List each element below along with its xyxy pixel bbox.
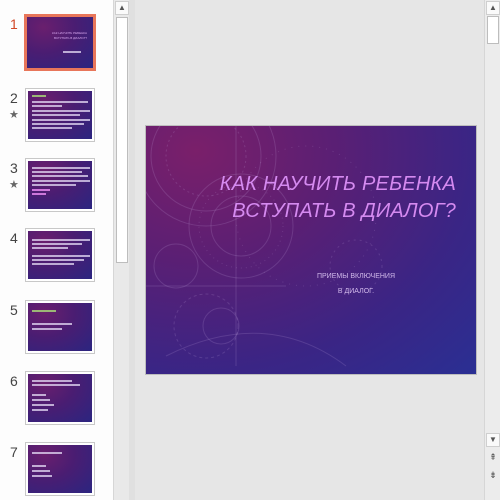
thumbnail-line	[32, 452, 62, 454]
thumbnail-preview	[28, 231, 92, 279]
thumbnail-preview	[28, 303, 92, 351]
thumbnail-text: ВСТУПАТЬ В ДИАЛОГ?	[54, 36, 87, 40]
thumbnail-line	[32, 323, 72, 325]
slide-thumbnail-5[interactable]	[25, 300, 95, 354]
thumbnail-preview	[28, 161, 92, 209]
slide-background-decoration	[146, 126, 383, 367]
thumbnail-line	[32, 310, 56, 312]
thumbnail-row[interactable]: 2 ★	[0, 88, 113, 158]
scroll-down-icon[interactable]: ▼	[486, 433, 500, 447]
scroll-up-icon[interactable]: ▲	[486, 1, 500, 15]
slide-title[interactable]: КАК НАУЧИТЬ РЕБЕНКА ВСТУПАТЬ В ДИАЛОГ?	[206, 171, 456, 225]
thumbnail-line	[32, 394, 46, 396]
slide-number: 7	[10, 444, 18, 460]
next-slide-icon[interactable]: ⇟	[488, 470, 498, 482]
thumbnail-line	[32, 328, 62, 330]
current-slide[interactable]: КАК НАУЧИТЬ РЕБЕНКА ВСТУПАТЬ В ДИАЛОГ? П…	[145, 125, 477, 375]
thumbnail-line	[32, 114, 80, 116]
thumbnail-line	[32, 384, 80, 386]
scrollbar-thumb[interactable]	[116, 17, 128, 263]
thumbnail-line	[32, 399, 50, 401]
previous-slide-icon[interactable]: ⇞	[488, 452, 498, 464]
thumbnail-line	[32, 105, 62, 107]
slide-thumbnail-4[interactable]	[25, 228, 95, 282]
thumbnail-line	[32, 127, 72, 129]
animation-star-icon: ★	[9, 109, 19, 121]
thumbnail-line	[32, 193, 46, 195]
thumbnail-text: КАК НАУЧИТЬ РЕБЕНКА	[52, 31, 87, 35]
thumbnail-row[interactable]: 3 ★	[0, 158, 113, 228]
thumbnail-line	[32, 95, 46, 97]
thumbnail-line	[32, 404, 54, 406]
slide-editing-pane: КАК НАУЧИТЬ РЕБЕНКА ВСТУПАТЬ В ДИАЛОГ? П…	[135, 0, 484, 500]
thumbnail-line	[32, 255, 90, 257]
thumbnail-line	[32, 465, 46, 467]
slide-title-line: ВСТУПАТЬ В ДИАЛОГ?	[232, 200, 456, 222]
slide-number: 2	[10, 90, 18, 106]
thumbnail-line	[32, 180, 90, 182]
thumbnail-line	[32, 189, 50, 191]
thumbnail-line	[32, 167, 90, 169]
thumbnail-row[interactable]: 1 КАК НАУЧИТЬ РЕБЕНКА ВСТУПАТЬ В ДИАЛОГ?	[0, 14, 113, 84]
thumbnail-line	[32, 243, 82, 245]
editor-scrollbar[interactable]: ▲ ▼ ⇞ ⇟	[484, 0, 500, 500]
thumbnail-line	[32, 123, 84, 125]
thumbnail-row[interactable]: 7	[0, 442, 113, 500]
thumbnail-preview	[28, 91, 92, 139]
thumbnail-line	[32, 171, 82, 173]
slide-thumbnail-pane: 1 КАК НАУЧИТЬ РЕБЕНКА ВСТУПАТЬ В ДИАЛОГ?…	[0, 0, 113, 500]
thumbnail-scrollbar[interactable]: ▲	[113, 0, 129, 500]
scroll-up-icon[interactable]: ▲	[115, 1, 129, 15]
slide-thumbnail-6[interactable]	[25, 371, 95, 425]
thumbnail-line	[32, 175, 88, 177]
thumbnail-line	[32, 380, 72, 382]
thumbnail-preview	[28, 445, 92, 493]
thumbnail-preview: КАК НАУЧИТЬ РЕБЕНКА ВСТУПАТЬ В ДИАЛОГ?	[27, 17, 93, 68]
thumbnail-line	[32, 409, 48, 411]
thumbnail-line	[63, 51, 81, 53]
thumbnail-line	[32, 247, 68, 249]
scrollbar-thumb[interactable]	[487, 16, 499, 44]
slide-number: 5	[10, 302, 18, 318]
slide-thumbnail-7[interactable]	[25, 442, 95, 496]
slide-subtitle[interactable]: ПРИЕМЫ ВКЛЮЧЕНИЯ В ДИАЛОГ.	[276, 269, 436, 299]
slide-thumbnail-1[interactable]: КАК НАУЧИТЬ РЕБЕНКА ВСТУПАТЬ В ДИАЛОГ?	[24, 14, 96, 71]
slide-number: 6	[10, 373, 18, 389]
thumbnail-line	[32, 239, 90, 241]
slide-thumbnail-2[interactable]	[25, 88, 95, 142]
slide-thumbnail-3[interactable]	[25, 158, 95, 212]
slide-title-line: КАК НАУЧИТЬ РЕБЕНКА	[219, 173, 456, 195]
slide-number: 1	[10, 16, 18, 32]
thumbnail-line	[32, 475, 52, 477]
thumbnail-row[interactable]: 5	[0, 300, 113, 370]
thumbnail-line	[32, 119, 90, 121]
animation-star-icon: ★	[9, 179, 19, 191]
thumbnail-line	[32, 263, 74, 265]
powerpoint-editor: 1 КАК НАУЧИТЬ РЕБЕНКА ВСТУПАТЬ В ДИАЛОГ?…	[0, 0, 500, 500]
slide-subtitle-line: В ДИАЛОГ.	[337, 288, 375, 295]
thumbnail-row[interactable]: 4	[0, 228, 113, 298]
slide-number: 4	[10, 230, 18, 246]
slide-number: 3	[10, 160, 18, 176]
thumbnail-row[interactable]: 6	[0, 371, 113, 441]
thumbnail-line	[32, 259, 84, 261]
thumbnail-preview	[28, 374, 92, 422]
slide-subtitle-line: ПРИЕМЫ ВКЛЮЧЕНИЯ	[316, 273, 396, 280]
thumbnail-line	[32, 110, 90, 112]
thumbnail-line	[32, 470, 50, 472]
thumbnail-line	[32, 101, 88, 103]
thumbnail-line	[32, 184, 76, 186]
